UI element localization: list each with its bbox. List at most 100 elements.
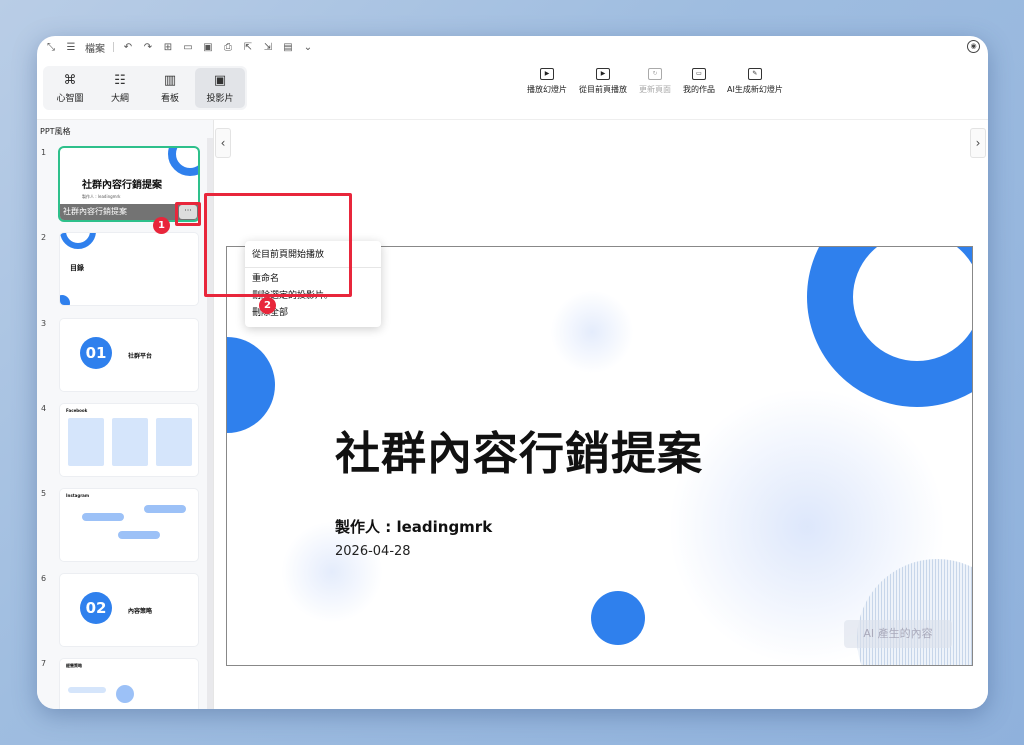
slide-number: 6 (41, 574, 47, 583)
ai-generate-icon: ✎ (747, 68, 762, 80)
slide-number: 3 (41, 319, 47, 328)
thumb-title: 目錄 (70, 264, 84, 272)
view-slides[interactable]: ▣ 投影片 (195, 68, 245, 108)
slides-icon: ▣ (213, 72, 227, 88)
slide-date[interactable]: 2026-04-28 (335, 544, 411, 559)
card (112, 418, 148, 466)
thumb-title: 經營策略 (66, 663, 82, 668)
slide-thumb-row[interactable]: 6 02 內容策略 (37, 574, 207, 646)
my-works-button[interactable]: ▭ 我的作品 (683, 68, 715, 95)
view-label: 看板 (160, 93, 179, 104)
play-slideshow-icon: ▶ (540, 68, 554, 80)
undo-icon[interactable]: ↶ (122, 42, 134, 53)
thumb-title: 社群內容行銷提案 (82, 180, 162, 191)
refresh-page-icon: ↻ (648, 68, 662, 80)
play-slideshow-button[interactable]: ▶ 播放幻燈片 (527, 68, 567, 95)
export-icon[interactable]: ⇱ (242, 42, 254, 53)
view-label: 投影片 (206, 93, 234, 104)
highlight-box-menu (204, 193, 352, 297)
slide-thumbnail[interactable]: 01 社群平台 (60, 319, 198, 391)
action-label: 播放幻燈片 (527, 85, 567, 94)
view-mindmap[interactable]: ⌘ 心智圖 (45, 68, 95, 108)
caption-text: 社群內容行銷提案 (63, 207, 127, 216)
step-badge: 2 (259, 297, 276, 314)
slide-thumb-row[interactable]: 4 Facebook (37, 404, 207, 476)
refresh-page-button[interactable]: ↻ 更新頁面 (639, 68, 671, 95)
slide-title[interactable]: 社群內容行銷提案 (335, 417, 703, 482)
my-works-icon: ▭ (692, 68, 706, 80)
pill (68, 687, 106, 693)
ai-watermark: AI 產生的內容 (844, 620, 952, 648)
redo-icon[interactable]: ↷ (142, 42, 154, 53)
pill (82, 513, 124, 521)
view-label: 心智圖 (56, 93, 84, 104)
collapse-icon[interactable]: ⤡ (45, 42, 57, 53)
slide-actions: ▶ 播放幻燈片 ▶ 從目前頁播放 ↻ 更新頁面 ▭ 我的作品 ✎ AI生成新幻燈片 (527, 68, 783, 95)
mindmap-icon: ⌘ (63, 72, 77, 88)
slide-thumbnail[interactable]: 經營策略 (60, 659, 198, 709)
view-outline[interactable]: ☷ 大綱 (95, 68, 145, 108)
pill (118, 531, 160, 539)
chevron-down-icon[interactable]: ⌄ (302, 42, 314, 53)
decor-half-circle (227, 337, 275, 433)
action-label: 從目前頁播放 (579, 85, 627, 94)
app-window: ⤡ ☰ 檔案 ↶ ↷ ⊞ ▭ ▣ ⎙ ⇱ ⇲ ▤ ⌄ ◉ ⌘ 心智圖 ☷ 大綱 ▥ 看… (37, 36, 988, 709)
slide-number: 1 (41, 148, 47, 157)
pill (144, 505, 186, 513)
slide-number: 4 (41, 404, 47, 413)
open-folder-icon[interactable]: ▭ (182, 42, 194, 53)
decor-glow (547, 287, 637, 377)
section-badge: 01 (80, 337, 112, 369)
slide-author[interactable]: 製作人 : leadingmrk (335, 516, 492, 537)
ai-generate-button[interactable]: ✎ AI生成新幻燈片 (727, 68, 783, 95)
thumb-title: Facebook (66, 408, 88, 413)
slide-thumbnail[interactable]: Facebook (60, 404, 198, 476)
highlight-box-more-button (175, 202, 201, 226)
play-from-current-button[interactable]: ▶ 從目前頁播放 (579, 68, 627, 95)
save-icon[interactable]: ▣ (202, 42, 214, 53)
section-badge: 02 (80, 592, 112, 624)
play-from-current-icon: ▶ (596, 68, 610, 80)
view-label: 大綱 (110, 93, 129, 104)
action-label: 更新頁面 (639, 85, 671, 94)
slide-thumb-row[interactable]: 5 Instagram (37, 489, 207, 561)
slide-thumbnail[interactable]: 02 內容策略 (60, 574, 198, 646)
print-icon[interactable]: ⎙ (222, 42, 234, 53)
outline-icon: ☷ (114, 72, 126, 88)
slide-number: 7 (41, 659, 47, 668)
slide-number: 2 (41, 233, 47, 242)
file-menu[interactable]: 檔案 (85, 40, 105, 55)
slide-thumb-row[interactable]: 7 經營策略 (37, 659, 207, 709)
view-switcher: ⌘ 心智圖 ☷ 大綱 ▥ 看板 ▣ 投影片 (43, 66, 247, 110)
previous-slide-button[interactable]: ‹ (215, 128, 231, 158)
slide-thumbnail[interactable]: 目錄 (60, 233, 198, 305)
view-kanban[interactable]: ▥ 看板 (145, 68, 195, 108)
save-as-icon[interactable]: ▤ (282, 42, 294, 53)
menu-icon[interactable]: ☰ (65, 42, 77, 53)
next-slide-button[interactable]: › (970, 128, 986, 158)
step-badge: 1 (153, 217, 170, 234)
thumb-title: 社群平台 (128, 353, 153, 360)
panel-heading: PPT風格 (40, 127, 71, 136)
action-label: AI生成新幻燈片 (727, 85, 783, 94)
kanban-icon: ▥ (163, 72, 177, 88)
decor-dot (591, 591, 645, 645)
decor-dot (116, 685, 134, 703)
new-file-icon[interactable]: ⊞ (162, 42, 174, 53)
decor-ring (168, 148, 198, 176)
action-label: 我的作品 (683, 85, 715, 94)
account-icon[interactable]: ◉ (967, 40, 980, 53)
top-menu-bar: ⤡ ☰ 檔案 ↶ ↷ ⊞ ▭ ▣ ⎙ ⇱ ⇲ ▤ ⌄ ◉ (37, 36, 988, 58)
thumb-title: Instagram (66, 493, 90, 498)
card (68, 418, 104, 466)
slide-number: 5 (41, 489, 47, 498)
slide-thumb-row[interactable]: 3 01 社群平台 (37, 319, 207, 391)
slide-thumb-row[interactable]: 2 目錄 (37, 233, 207, 305)
toolbar: ⌘ 心智圖 ☷ 大綱 ▥ 看板 ▣ 投影片 ▶ 播放幻燈片 ▶ 從目前頁播放 ↻ 更新頁面 ▭… (37, 58, 988, 120)
slide-thumbnail[interactable]: Instagram (60, 489, 198, 561)
decor-dot (60, 295, 70, 305)
thumb-title: 內容策略 (128, 608, 153, 615)
divider (113, 42, 114, 52)
thumb-subtitle: 製作人 : leadingmrk (82, 194, 121, 199)
share-icon[interactable]: ⇲ (262, 42, 274, 53)
